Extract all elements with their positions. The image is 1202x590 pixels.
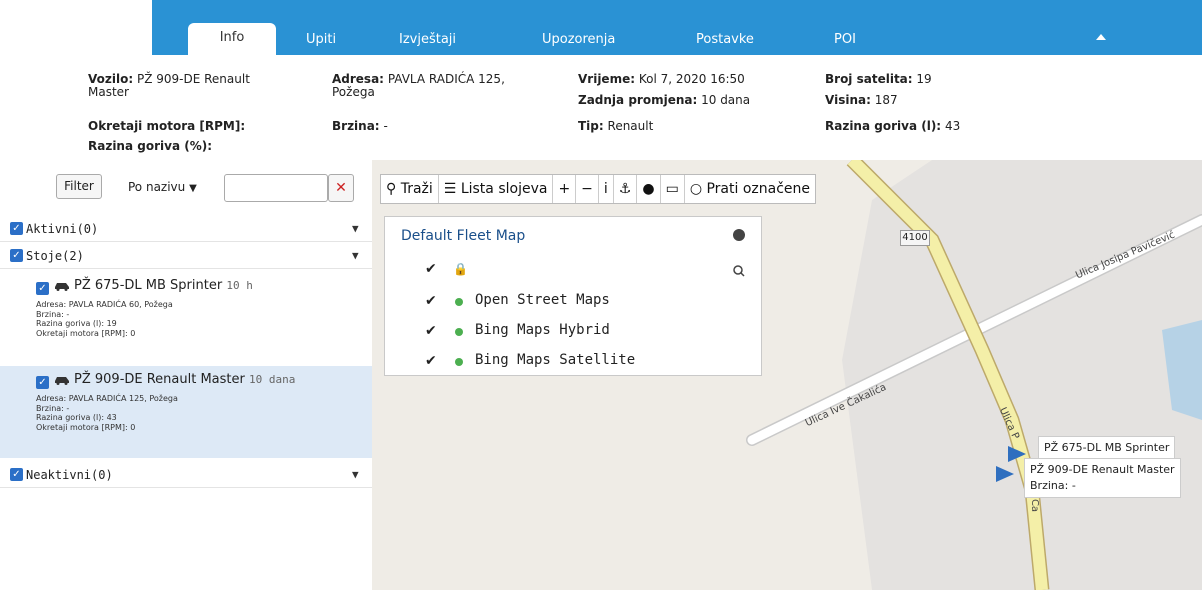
top-navbar: Info Upiti Izvještaji Upozorenja Postavk… bbox=[152, 0, 1202, 55]
vehicle-details: Adresa: PAVLA RADIĆA 60, Požega Brzina: … bbox=[36, 300, 173, 338]
info-vrijeme: Vrijeme: Kol 7, 2020 16:50 bbox=[578, 72, 745, 86]
sort-select[interactable]: Po nazivu ▼ bbox=[128, 180, 197, 194]
anchor-button[interactable]: ⚓ bbox=[614, 175, 638, 203]
info-visina: Visina: 187 bbox=[825, 93, 898, 107]
layer-item-osm[interactable]: Open Street Maps bbox=[475, 292, 610, 308]
map-vehicle-label-selected[interactable]: PŽ 909-DE Renault Master Brzina: - bbox=[1024, 458, 1181, 498]
tab-poi[interactable]: POI bbox=[834, 32, 856, 47]
group-label: Neaktivni(0) bbox=[26, 468, 113, 482]
vehicle-item-selected[interactable]: ✓ PŽ 909-DE Renault Master 10 dana Adres… bbox=[0, 366, 372, 458]
layers-title: Default Fleet Map bbox=[401, 228, 526, 244]
info-button[interactable]: i bbox=[599, 175, 614, 203]
info-tip: Tip: Renault bbox=[578, 119, 654, 133]
info-zadnja-promjena: Zadnja promjena: 10 dana bbox=[578, 93, 751, 107]
check-icon: ✔ bbox=[425, 261, 437, 277]
info-broj-satelita: Broj satelita: 19 bbox=[825, 72, 932, 86]
tab-info[interactable]: Info bbox=[188, 23, 276, 55]
globe-icon[interactable] bbox=[733, 229, 745, 241]
layers-panel: Default Fleet Map ✔ 🔒 ✔ Open Street Maps… bbox=[384, 216, 762, 376]
layer-item-bing-hybrid[interactable]: Bing Maps Hybrid bbox=[475, 322, 610, 338]
car-icon bbox=[55, 283, 69, 291]
layer-status-dot-icon bbox=[455, 328, 463, 336]
checkbox-icon[interactable]: ✓ bbox=[10, 222, 23, 235]
chevron-down-icon[interactable]: ▼ bbox=[352, 216, 359, 242]
window-button[interactable]: ▭ bbox=[661, 175, 685, 203]
road-label: Ca bbox=[1029, 498, 1041, 513]
zoom-in-button[interactable]: + bbox=[553, 175, 577, 203]
tab-izvjestaji[interactable]: Izvještaji bbox=[399, 32, 456, 47]
clear-search-button[interactable]: ✕ bbox=[328, 174, 354, 202]
group-neaktivni[interactable]: ✓ Neaktivni(0) ▼ bbox=[0, 462, 372, 488]
lock-icon[interactable]: 🔒 bbox=[453, 262, 468, 276]
vehicle-item[interactable]: ✓ PŽ 675-DL MB Sprinter 10 h Adresa: PAV… bbox=[0, 272, 372, 362]
route-badge: 4100 bbox=[900, 230, 930, 246]
layer-item-bing-satellite[interactable]: Bing Maps Satellite bbox=[475, 352, 635, 368]
window-icon: ▭ bbox=[665, 181, 679, 197]
map-vehicle-label[interactable]: PŽ 675-DL MB Sprinter bbox=[1038, 436, 1176, 460]
globe-button[interactable]: ● bbox=[637, 175, 661, 203]
info-razina-l: Razina goriva (l): 43 bbox=[825, 119, 961, 133]
search-input[interactable] bbox=[224, 174, 328, 202]
group-stoje[interactable]: ✓ Stoje(2) ▼ bbox=[0, 243, 372, 269]
chevron-down-icon[interactable]: ▼ bbox=[352, 462, 359, 488]
checkbox-icon[interactable]: ✓ bbox=[36, 376, 49, 389]
info-okretaji: Okretaji motora [RPM]: bbox=[88, 119, 246, 133]
info-vozilo: Vozilo: PŽ 909-DE Renault Master bbox=[88, 72, 250, 99]
car-icon bbox=[55, 377, 69, 385]
group-label: Stoje(2) bbox=[26, 249, 84, 263]
chevron-down-icon: ▼ bbox=[189, 183, 197, 194]
search-icon: ⚲ bbox=[386, 181, 397, 197]
info-razina-pct: Razina goriva (%): bbox=[88, 139, 213, 153]
vehicle-name: PŽ 675-DL MB Sprinter 10 h bbox=[74, 278, 253, 293]
checkbox-icon[interactable]: ✓ bbox=[10, 468, 23, 481]
vehicle-marker-icon[interactable] bbox=[996, 466, 1014, 482]
globe-icon: ● bbox=[642, 181, 655, 197]
check-icon: ✔ bbox=[425, 293, 437, 309]
checkbox-icon[interactable]: ✓ bbox=[10, 249, 23, 262]
layer-status-dot-icon bbox=[455, 358, 463, 366]
group-aktivni[interactable]: ✓ Aktivni(0) ▼ bbox=[0, 216, 372, 242]
search-button[interactable]: ⚲ Traži bbox=[381, 175, 439, 203]
filter-button[interactable]: Filter bbox=[56, 174, 102, 199]
info-adresa: Adresa: PAVLA RADIĆA 125, Požega bbox=[332, 72, 505, 99]
map-toolbar: ⚲ Traži ☰ Lista slojeva + − i ⚓ ● ▭ ○ Pr… bbox=[380, 174, 817, 204]
tab-upiti[interactable]: Upiti bbox=[306, 32, 336, 47]
layers-list-button[interactable]: ☰ Lista slojeva bbox=[439, 175, 554, 203]
vehicle-info-panel: Vozilo: PŽ 909-DE Renault Master Adresa: … bbox=[0, 55, 1202, 160]
layer-status-dot-icon bbox=[455, 298, 463, 306]
vehicle-sidebar: Filter Po nazivu ▼ ✕ ✓ Aktivni(0) ▼ ✓ St… bbox=[0, 160, 372, 590]
checkbox-icon[interactable]: ✓ bbox=[36, 282, 49, 295]
zoom-icon[interactable] bbox=[733, 265, 745, 277]
info-brzina: Brzina: - bbox=[332, 119, 388, 133]
zoom-out-button[interactable]: − bbox=[576, 175, 599, 203]
vehicle-name: PŽ 909-DE Renault Master 10 dana bbox=[74, 372, 296, 387]
chevron-down-icon[interactable]: ▼ bbox=[352, 243, 359, 269]
check-icon: ✔ bbox=[425, 353, 437, 369]
tab-postavke[interactable]: Postavke bbox=[696, 32, 754, 47]
group-label: Aktivni(0) bbox=[26, 222, 99, 236]
vehicle-details: Adresa: PAVLA RADIĆA 125, Požega Brzina:… bbox=[36, 394, 178, 432]
tab-upozorenja[interactable]: Upozorenja bbox=[542, 32, 615, 47]
check-icon: ✔ bbox=[425, 323, 437, 339]
map-view[interactable]: ⚲ Traži ☰ Lista slojeva + − i ⚓ ● ▭ ○ Pr… bbox=[372, 160, 1202, 590]
collapse-up-icon[interactable] bbox=[1096, 34, 1106, 40]
list-icon: ☰ bbox=[443, 181, 457, 197]
circle-icon: ○ bbox=[689, 181, 703, 197]
sort-label: Po nazivu bbox=[128, 180, 186, 194]
follow-selected-button[interactable]: ○ Prati označene bbox=[685, 175, 815, 203]
